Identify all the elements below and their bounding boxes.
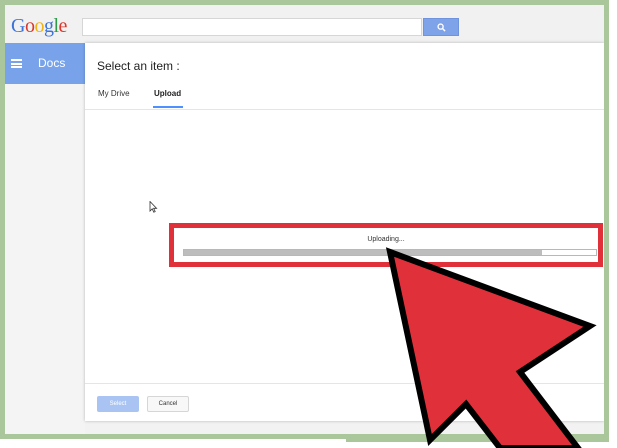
docs-title: Docs [38,56,66,70]
search-button[interactable] [423,18,459,36]
upload-status-text: Uploading... [367,236,405,243]
upload-progress-fill [184,250,543,255]
cancel-button[interactable]: Cancel [147,396,189,412]
logo-letter: G [11,15,25,37]
search-icon [436,22,446,32]
mouse-cursor-icon [149,201,158,213]
upload-progress-bar [183,249,597,256]
dialog-title: Select an item : [97,59,180,73]
tab-my-drive[interactable]: My Drive [98,89,130,98]
illustration-frame: Google Docs Select an item : My Drive Up… [0,0,609,439]
tab-upload[interactable]: Upload [154,89,181,98]
search-input[interactable] [82,18,422,36]
upload-progress-highlight: Uploading... [169,223,603,267]
google-logo[interactable]: Google [11,15,67,38]
select-item-dialog: Select an item : My Drive Upload Uploadi… [85,43,604,421]
hamburger-menu-icon[interactable] [11,59,22,68]
top-bar: Google [5,5,604,43]
browser-screen: Google Docs Select an item : My Drive Up… [5,5,604,434]
frame-bottom-strip [346,439,609,442]
logo-letter: o [34,15,44,37]
sidebar: Docs [5,43,85,434]
select-button[interactable]: Select [97,396,139,412]
active-tab-indicator [153,106,183,108]
logo-letter: e [58,15,68,37]
sidebar-header[interactable]: Docs [5,43,85,84]
footer-divider [85,383,604,384]
